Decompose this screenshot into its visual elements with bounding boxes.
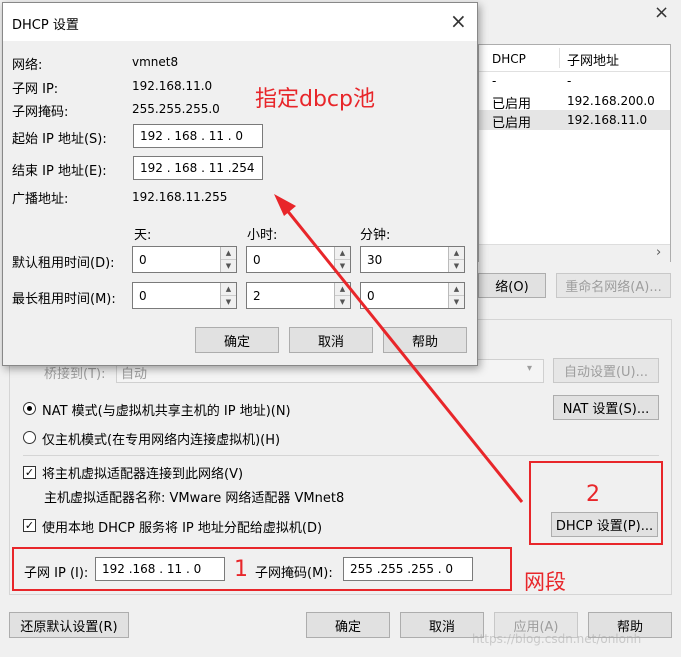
annotation-arrow: [274, 194, 524, 503]
watermark: https://blog.csdn.net/onlonh: [472, 632, 642, 646]
